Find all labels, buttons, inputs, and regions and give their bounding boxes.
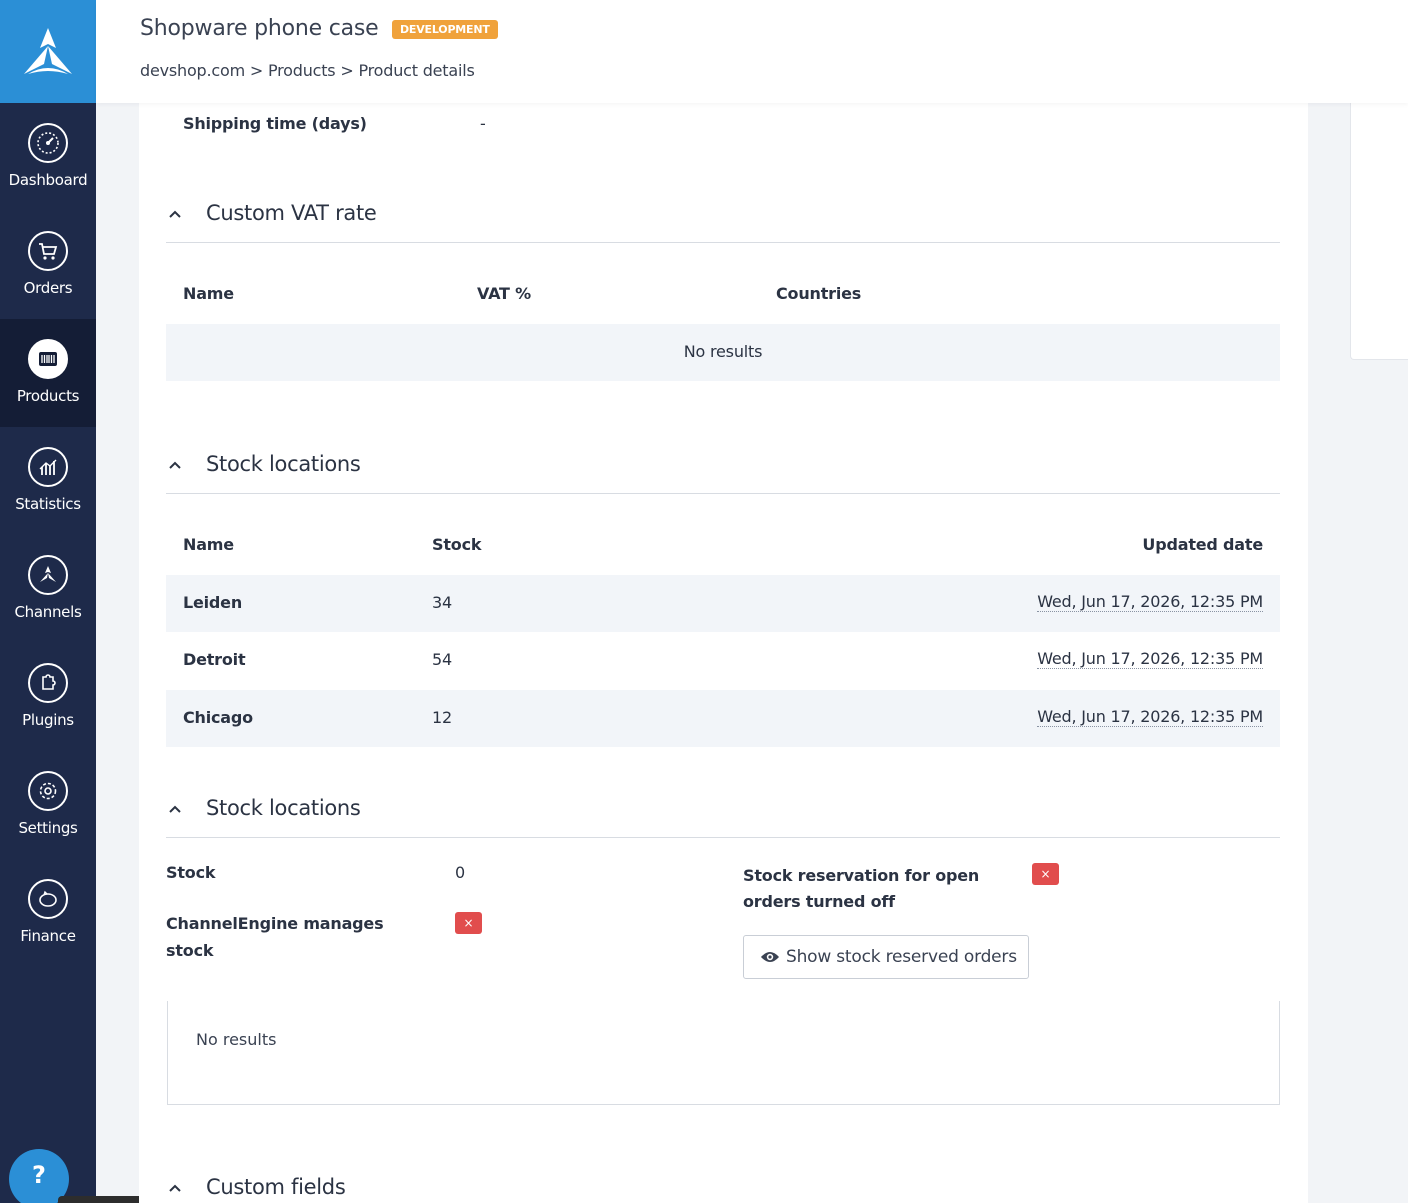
managed-stock-label: ChannelEngine manages stock bbox=[166, 914, 384, 960]
column-header-name: Name bbox=[183, 284, 234, 303]
stock-reservation-false-badge: × bbox=[1032, 863, 1059, 885]
chevron-up-icon[interactable] bbox=[168, 1181, 182, 1195]
section-title: Stock locations bbox=[206, 452, 361, 476]
environment-badge: DEVELOPMENT bbox=[392, 20, 498, 39]
location-name: Leiden bbox=[183, 593, 243, 612]
breadcrumb-separator: > bbox=[249, 61, 264, 80]
sidebar-item-label: Channels bbox=[14, 603, 82, 621]
location-updated-date[interactable]: Wed, Jun 17, 2026, 12:35 PM bbox=[1037, 593, 1263, 612]
sidebar-item-label: Plugins bbox=[22, 711, 74, 729]
sidebar-item-channels[interactable]: Channels bbox=[0, 535, 96, 643]
reserved-orders-results: No results bbox=[167, 1001, 1280, 1105]
puzzle-icon bbox=[28, 663, 68, 703]
piggy-bank-icon bbox=[28, 879, 68, 919]
empty-results-row: No results bbox=[166, 324, 1280, 381]
eye-icon bbox=[761, 952, 779, 962]
logo-icon bbox=[24, 27, 72, 74]
section-title: Custom fields bbox=[206, 1175, 346, 1199]
sidebar-item-label: Orders bbox=[23, 279, 73, 297]
shipping-time-label: Shipping time (days) bbox=[183, 114, 367, 133]
page-header: Shopware phone case DEVELOPMENT devshop.… bbox=[96, 0, 1408, 103]
column-header-countries: Countries bbox=[776, 284, 862, 303]
show-reserved-orders-label: Show stock reserved orders bbox=[786, 947, 1017, 967]
column-header-vat: VAT % bbox=[477, 284, 531, 303]
sidebar-item-plugins[interactable]: Plugins bbox=[0, 643, 96, 751]
table-row: Leiden 34 Wed, Jun 17, 2026, 12:35 PM bbox=[166, 575, 1280, 632]
sidebar-item-dashboard[interactable]: Dashboard bbox=[0, 103, 96, 211]
help-button[interactable]: ? bbox=[9, 1149, 69, 1203]
managed-stock-false-badge: × bbox=[455, 912, 482, 934]
sidebar: Dashboard Orders Products Statistics Cha… bbox=[0, 0, 96, 1203]
sidebar-item-products[interactable]: Products bbox=[0, 319, 96, 427]
speedometer-icon bbox=[28, 123, 68, 163]
chevron-up-icon[interactable] bbox=[168, 802, 182, 816]
breadcrumb-products[interactable]: Products bbox=[268, 61, 336, 80]
page-title: Shopware phone case bbox=[140, 16, 379, 41]
chart-icon bbox=[28, 447, 68, 487]
column-header-updated-date: Updated date bbox=[1142, 535, 1263, 554]
sidebar-item-label: Statistics bbox=[15, 495, 81, 513]
location-updated-date[interactable]: Wed, Jun 17, 2026, 12:35 PM bbox=[1037, 708, 1263, 727]
sidebar-item-orders[interactable]: Orders bbox=[0, 211, 96, 319]
gear-icon bbox=[28, 771, 68, 811]
sidebar-item-settings[interactable]: Settings bbox=[0, 751, 96, 859]
custom-fields-header[interactable]: Custom fields bbox=[166, 1167, 1280, 1203]
stock-value: 0 bbox=[455, 863, 466, 882]
sidebar-item-label: Settings bbox=[18, 819, 78, 837]
sidebar-item-label: Products bbox=[16, 387, 80, 405]
side-panel bbox=[1350, 103, 1408, 360]
column-header-stock: Stock bbox=[432, 535, 482, 554]
no-results-text: No results bbox=[683, 342, 763, 361]
sidebar-item-finance[interactable]: Finance bbox=[0, 859, 96, 967]
column-header-name: Name bbox=[183, 535, 234, 554]
breadcrumb: devshop.com > Products > Product details bbox=[140, 61, 475, 80]
location-stock: 12 bbox=[432, 708, 452, 727]
sidebar-item-label: Finance bbox=[20, 927, 76, 945]
channels-logo-icon bbox=[28, 555, 68, 595]
stock-label: Stock bbox=[166, 863, 216, 882]
channelengine-logo[interactable] bbox=[0, 0, 96, 103]
vat-section-header[interactable]: Custom VAT rate bbox=[166, 193, 1280, 243]
location-name: Chicago bbox=[183, 708, 253, 727]
barcode-icon bbox=[28, 339, 68, 379]
show-reserved-orders-button[interactable]: Show stock reserved orders bbox=[743, 935, 1029, 979]
location-name: Detroit bbox=[183, 650, 246, 669]
location-stock: 34 bbox=[432, 593, 452, 612]
stock-locations-header[interactable]: Stock locations bbox=[166, 444, 1280, 494]
sidebar-item-statistics[interactable]: Statistics bbox=[0, 427, 96, 535]
chevron-up-icon[interactable] bbox=[168, 207, 182, 221]
breadcrumb-product-details: Product details bbox=[358, 61, 475, 80]
sidebar-item-label: Dashboard bbox=[8, 171, 88, 189]
location-updated-date[interactable]: Wed, Jun 17, 2026, 12:35 PM bbox=[1037, 650, 1263, 669]
section-title: Stock locations bbox=[206, 796, 361, 820]
breadcrumb-shop[interactable]: devshop.com bbox=[140, 61, 245, 80]
cart-icon bbox=[28, 231, 68, 271]
breadcrumb-separator: > bbox=[340, 61, 354, 80]
stock-summary-header[interactable]: Stock locations bbox=[166, 788, 1280, 838]
no-results-text: No results bbox=[196, 1030, 277, 1049]
section-title: Custom VAT rate bbox=[206, 201, 377, 225]
shipping-time-value: - bbox=[480, 114, 486, 133]
table-row: Chicago 12 Wed, Jun 17, 2026, 12:35 PM bbox=[166, 690, 1280, 747]
stock-reservation-label: Stock reservation for open orders turned… bbox=[743, 866, 980, 911]
table-row: Detroit 54 Wed, Jun 17, 2026, 12:35 PM bbox=[166, 632, 1280, 689]
location-stock: 54 bbox=[432, 650, 452, 669]
chevron-up-icon[interactable] bbox=[168, 458, 182, 472]
